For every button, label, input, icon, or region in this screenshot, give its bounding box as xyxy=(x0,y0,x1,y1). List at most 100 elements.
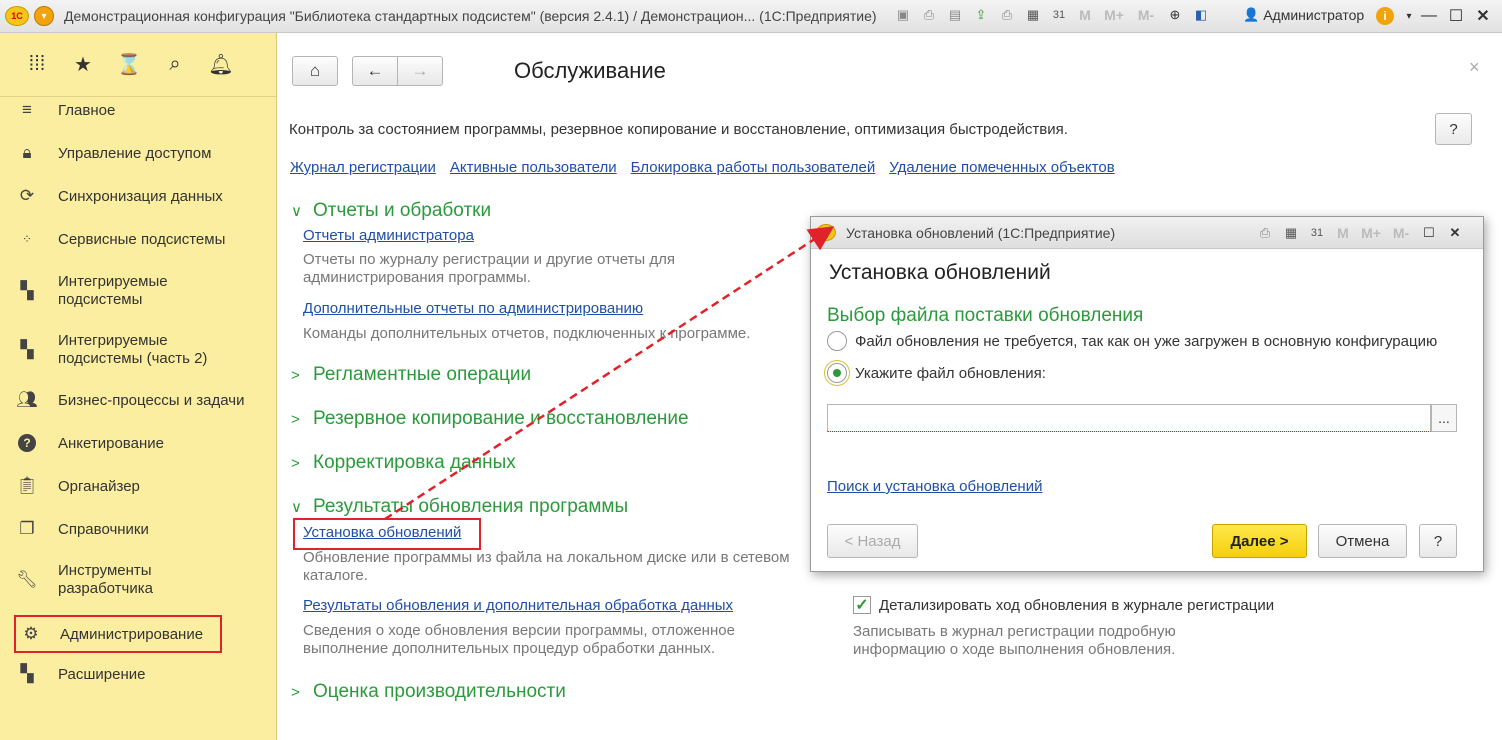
radio-already-loaded[interactable] xyxy=(827,331,847,351)
star-icon[interactable]: ★ xyxy=(60,45,106,85)
section-title: Результаты обновления программы xyxy=(313,496,629,517)
link-install-updates[interactable]: Установка обновлений xyxy=(303,524,461,541)
close-button[interactable]: ✕ xyxy=(1472,5,1494,27)
info-icon: i xyxy=(1376,7,1394,25)
help-button[interactable]: ? xyxy=(1435,113,1472,145)
section-correction[interactable]: > Корректировка данных xyxy=(291,452,516,474)
calendar-icon[interactable]: 31 xyxy=(1307,223,1327,243)
sidebar-item-administration[interactable]: ⚙ Администрирование xyxy=(14,615,222,653)
back-button[interactable]: < Назад xyxy=(827,524,918,558)
chevron-right-icon: > xyxy=(291,410,300,428)
sidebar-item-organizer[interactable]: 📋︎ Органайзер xyxy=(14,475,264,497)
chevron-right-icon: > xyxy=(291,454,300,472)
section-update-results[interactable]: ∨ Результаты обновления программы xyxy=(291,496,628,518)
calculator-icon[interactable]: ▦ xyxy=(1023,5,1043,25)
lock-icon: 🔒︎ xyxy=(22,143,32,162)
1c-logo-icon: 1С xyxy=(816,224,836,241)
sidebar-item-label: Анкетирование xyxy=(58,434,164,452)
option-specify-file[interactable]: Укажите файл обновления: xyxy=(824,360,1046,386)
memory-m-minus-button[interactable]: M- xyxy=(1389,223,1413,243)
print-icon[interactable]: ⎙ xyxy=(919,5,939,25)
link-active-users[interactable]: Активные пользователи xyxy=(450,159,617,176)
window-titlebar: 1С ▾ Демонстрационная конфигурация "Библ… xyxy=(0,0,1502,33)
sidebar-item-service[interactable]: ⁘ Сервисные подсистемы xyxy=(14,228,264,250)
memory-m-button[interactable]: M xyxy=(1333,223,1353,243)
back-nav-button[interactable]: ← xyxy=(352,56,398,86)
sidebar-item-sync[interactable]: ⟳ Синхронизация данных xyxy=(14,185,264,207)
dialog-subheading: Выбор файла поставки обновления xyxy=(827,305,1144,326)
info-button[interactable]: i xyxy=(1374,5,1396,27)
maximize-button[interactable]: ☐ xyxy=(1419,223,1439,243)
link-block-users[interactable]: Блокировка работы пользователей xyxy=(631,159,876,176)
print-disabled-icon[interactable]: ⎙ xyxy=(997,5,1017,25)
preview-icon[interactable]: ▤ xyxy=(945,5,965,25)
detail-log-checkbox-row[interactable]: ✓ Детализировать ход обновления в журнал… xyxy=(853,596,1274,614)
bell-icon[interactable]: 🔔︎ xyxy=(198,45,244,85)
main-menu-button[interactable]: ▾ xyxy=(34,6,54,26)
sidebar-item-label: Интегрируемые подсистемы (часть 2) xyxy=(58,332,208,367)
link-search-updates[interactable]: Поиск и установка обновлений xyxy=(827,478,1042,495)
update-file-input[interactable] xyxy=(827,404,1431,432)
question-icon: ? xyxy=(14,434,40,452)
home-button[interactable]: ⌂ xyxy=(292,56,338,86)
section-reports[interactable]: ∨ Отчеты и обработки xyxy=(291,200,491,222)
clipboard-icon: 📋︎ xyxy=(16,476,38,495)
sidebar-item-main[interactable]: ≡ Главное xyxy=(14,99,264,121)
sidebar-item-integrated[interactable]: ▚ Интегрируемые подсистемы xyxy=(14,271,264,311)
section-title: Регламентные операции xyxy=(313,364,532,385)
memory-m-plus-button[interactable]: M+ xyxy=(1359,223,1383,243)
minimize-button[interactable]: — xyxy=(1418,5,1440,27)
sidebar-item-integrated-2[interactable]: ▚ Интегрируемые подсистемы (часть 2) xyxy=(14,330,264,370)
memory-m-minus-button[interactable]: M- xyxy=(1133,5,1159,25)
close-icon[interactable]: × xyxy=(1469,57,1480,78)
calculator-icon[interactable]: ▦ xyxy=(1281,223,1301,243)
memory-m-plus-button[interactable]: M+ xyxy=(1101,5,1127,25)
sidebar-item-extension[interactable]: ▚ Расширение xyxy=(14,663,264,685)
radio-specify-file[interactable] xyxy=(824,360,850,386)
option-label: Файл обновления не требуется, так как он… xyxy=(855,332,1438,350)
browse-button[interactable]: ... xyxy=(1431,404,1457,432)
zoom-icon[interactable]: ⊕ xyxy=(1165,5,1185,25)
link-delete-marked[interactable]: Удаление помеченных объектов xyxy=(889,159,1114,176)
option-already-loaded[interactable]: Файл обновления не требуется, так как он… xyxy=(827,331,1437,351)
sidebar-item-business[interactable]: 👥︎ Бизнес-процессы и задачи xyxy=(14,389,264,411)
sidebar-item-access[interactable]: 🔒︎ Управление доступом xyxy=(14,142,264,164)
chevron-down-icon[interactable]: ▾ xyxy=(1398,5,1420,27)
link-event-log[interactable]: Журнал регистрации xyxy=(290,159,436,176)
link-admin-reports[interactable]: Отчеты администратора xyxy=(303,227,474,244)
top-links: Журнал регистрации Активные пользователи… xyxy=(290,159,1115,176)
panel-icon[interactable]: ◧ xyxy=(1191,5,1211,25)
user-menu[interactable]: 👤 Администратор xyxy=(1243,7,1364,23)
chevron-right-icon: > xyxy=(291,683,300,701)
cancel-button[interactable]: Отмена xyxy=(1318,524,1407,558)
dialog-help-button[interactable]: ? xyxy=(1419,524,1457,558)
sidebar-item-catalogs[interactable]: ❐ Справочники xyxy=(14,518,264,540)
sync-icon: ⟳ xyxy=(19,186,35,205)
apps-grid-icon[interactable]: ⁞⁞⁞ xyxy=(14,45,60,85)
books-icon: ❐ xyxy=(19,519,35,538)
link-additional-reports[interactable]: Дополнительные отчеты по администрирован… xyxy=(303,300,643,317)
section-title: Отчеты и обработки xyxy=(313,200,492,221)
sidebar-item-dev-tools[interactable]: 🔧︎ Инструменты разработчика xyxy=(14,560,264,600)
detail-log-checkbox[interactable]: ✓ xyxy=(853,596,871,614)
sidebar-item-survey[interactable]: ? Анкетирование xyxy=(14,432,264,454)
history-icon[interactable]: ⌛ xyxy=(106,45,152,85)
forward-nav-button[interactable]: → xyxy=(397,56,443,86)
radio-selected-dot xyxy=(833,369,841,377)
close-button[interactable]: ✕ xyxy=(1445,223,1465,243)
calendar-icon[interactable]: 31 xyxy=(1049,5,1069,25)
section-routine[interactable]: > Регламентные операции xyxy=(291,364,531,386)
section-backup[interactable]: > Резервное копирование и восстановление xyxy=(291,408,689,430)
maximize-button[interactable]: ☐ xyxy=(1445,5,1467,27)
save-icon[interactable]: ▣ xyxy=(893,5,913,25)
next-button[interactable]: Далее > xyxy=(1212,524,1307,558)
upload-icon[interactable]: ⇪ xyxy=(971,5,991,25)
section-performance[interactable]: > Оценка производительности xyxy=(291,681,566,703)
search-icon[interactable]: ⌕ xyxy=(152,45,198,85)
link-update-results[interactable]: Результаты обновления и дополнительная о… xyxy=(303,597,733,614)
print-icon[interactable]: ⎙ xyxy=(1255,223,1275,243)
section-title: Резервное копирование и восстановление xyxy=(313,408,689,429)
chevron-down-icon: ∨ xyxy=(291,499,302,516)
memory-m-button[interactable]: M xyxy=(1075,5,1095,25)
1c-logo-icon: 1С xyxy=(5,6,29,26)
